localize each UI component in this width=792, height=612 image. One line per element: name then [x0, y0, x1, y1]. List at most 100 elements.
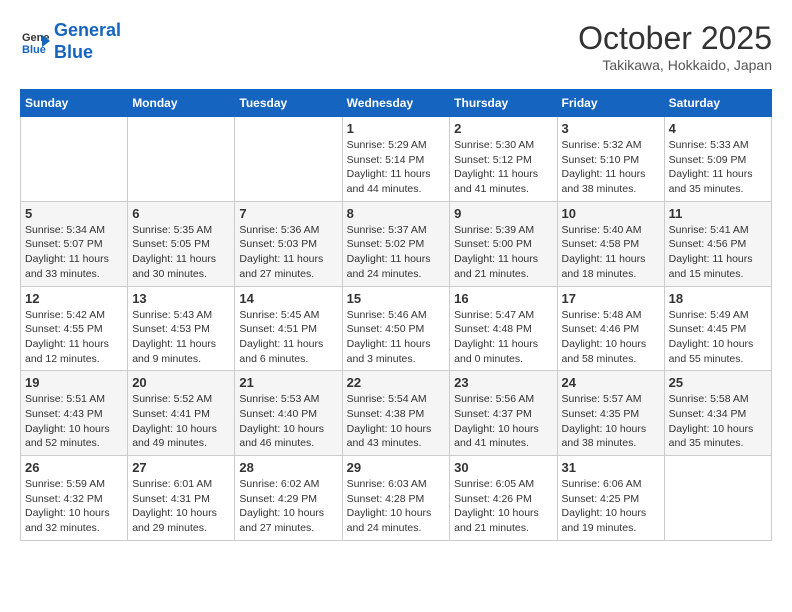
day-number: 23	[454, 375, 552, 390]
day-number: 29	[347, 460, 446, 475]
location-subtitle: Takikawa, Hokkaido, Japan	[578, 57, 772, 73]
day-number: 15	[347, 291, 446, 306]
day-number: 22	[347, 375, 446, 390]
day-info: Sunrise: 5:56 AM Sunset: 4:37 PM Dayligh…	[454, 392, 552, 451]
weekday-header-sunday: Sunday	[21, 90, 128, 117]
day-number: 25	[669, 375, 767, 390]
calendar-cell: 18 Sunrise: 5:49 AM Sunset: 4:45 PM Dayli…	[664, 286, 771, 371]
day-number: 21	[239, 375, 337, 390]
calendar-cell: 8Sunrise: 5:37 AM Sunset: 5:02 PM Daylig…	[342, 201, 450, 286]
calendar-table: SundayMondayTuesdayWednesdayThursdayFrid…	[20, 89, 772, 541]
day-number: 18	[669, 291, 767, 306]
day-number: 28	[239, 460, 337, 475]
calendar-cell	[664, 456, 771, 541]
calendar-cell: 29 Sunrise: 6:03 AM Sunset: 4:28 PM Dayli…	[342, 456, 450, 541]
calendar-cell	[128, 117, 235, 202]
day-info: Sunrise: 5:35 AM Sunset: 5:05 PM Dayligh…	[132, 223, 230, 282]
calendar-cell: 30 Sunrise: 6:05 AM Sunset: 4:26 PM Dayli…	[450, 456, 557, 541]
calendar-cell: 1 Sunrise: 5:29 AM Sunset: 5:14 PM Daylig…	[342, 117, 450, 202]
day-info: Sunrise: 5:51 AM Sunset: 4:43 PM Dayligh…	[25, 392, 123, 451]
day-number: 31	[562, 460, 660, 475]
calendar-cell: 9Sunrise: 5:39 AM Sunset: 5:00 PM Daylig…	[450, 201, 557, 286]
day-info: Sunrise: 5:42 AM Sunset: 4:55 PM Dayligh…	[25, 308, 123, 367]
calendar-cell: 19 Sunrise: 5:51 AM Sunset: 4:43 PM Dayli…	[21, 371, 128, 456]
day-info: Sunrise: 6:03 AM Sunset: 4:28 PM Dayligh…	[347, 477, 446, 536]
logo-icon: General Blue	[20, 27, 50, 57]
logo: General Blue General Blue	[20, 20, 121, 63]
day-number: 4	[669, 121, 767, 136]
calendar-week-row: 12 Sunrise: 5:42 AM Sunset: 4:55 PM Dayli…	[21, 286, 772, 371]
day-number: 8	[347, 206, 446, 221]
day-number: 2	[454, 121, 552, 136]
calendar-week-row: 5Sunrise: 5:34 AM Sunset: 5:07 PM Daylig…	[21, 201, 772, 286]
calendar-cell: 24 Sunrise: 5:57 AM Sunset: 4:35 PM Dayli…	[557, 371, 664, 456]
title-block: October 2025 Takikawa, Hokkaido, Japan	[578, 20, 772, 73]
calendar-cell: 7 Sunrise: 5:36 AM Sunset: 5:03 PM Daylig…	[235, 201, 342, 286]
day-info: Sunrise: 5:36 AM Sunset: 5:03 PM Dayligh…	[239, 223, 337, 282]
day-number: 27	[132, 460, 230, 475]
day-number: 17	[562, 291, 660, 306]
day-info: Sunrise: 5:54 AM Sunset: 4:38 PM Dayligh…	[347, 392, 446, 451]
weekday-header-row: SundayMondayTuesdayWednesdayThursdayFrid…	[21, 90, 772, 117]
day-info: Sunrise: 5:33 AM Sunset: 5:09 PM Dayligh…	[669, 138, 767, 197]
day-number: 19	[25, 375, 123, 390]
day-number: 10	[562, 206, 660, 221]
weekday-header-thursday: Thursday	[450, 90, 557, 117]
day-info: Sunrise: 6:06 AM Sunset: 4:25 PM Dayligh…	[562, 477, 660, 536]
weekday-header-friday: Friday	[557, 90, 664, 117]
day-info: Sunrise: 6:05 AM Sunset: 4:26 PM Dayligh…	[454, 477, 552, 536]
calendar-cell: 2 Sunrise: 5:30 AM Sunset: 5:12 PM Daylig…	[450, 117, 557, 202]
weekday-header-saturday: Saturday	[664, 90, 771, 117]
calendar-cell: 16 Sunrise: 5:47 AM Sunset: 4:48 PM Dayli…	[450, 286, 557, 371]
calendar-cell: 31 Sunrise: 6:06 AM Sunset: 4:25 PM Dayli…	[557, 456, 664, 541]
day-info: Sunrise: 5:45 AM Sunset: 4:51 PM Dayligh…	[239, 308, 337, 367]
calendar-week-row: 1 Sunrise: 5:29 AM Sunset: 5:14 PM Daylig…	[21, 117, 772, 202]
calendar-cell: 11Sunrise: 5:41 AM Sunset: 4:56 PM Dayli…	[664, 201, 771, 286]
calendar-cell: 17 Sunrise: 5:48 AM Sunset: 4:46 PM Dayli…	[557, 286, 664, 371]
day-number: 6	[132, 206, 230, 221]
calendar-week-row: 19 Sunrise: 5:51 AM Sunset: 4:43 PM Dayli…	[21, 371, 772, 456]
calendar-cell: 25 Sunrise: 5:58 AM Sunset: 4:34 PM Dayli…	[664, 371, 771, 456]
calendar-cell: 10Sunrise: 5:40 AM Sunset: 4:58 PM Dayli…	[557, 201, 664, 286]
day-info: Sunrise: 5:58 AM Sunset: 4:34 PM Dayligh…	[669, 392, 767, 451]
calendar-cell: 4 Sunrise: 5:33 AM Sunset: 5:09 PM Daylig…	[664, 117, 771, 202]
calendar-cell: 6 Sunrise: 5:35 AM Sunset: 5:05 PM Daylig…	[128, 201, 235, 286]
calendar-cell: 22 Sunrise: 5:54 AM Sunset: 4:38 PM Dayli…	[342, 371, 450, 456]
day-info: Sunrise: 5:34 AM Sunset: 5:07 PM Dayligh…	[25, 223, 123, 282]
day-number: 24	[562, 375, 660, 390]
day-info: Sunrise: 5:29 AM Sunset: 5:14 PM Dayligh…	[347, 138, 446, 197]
day-info: Sunrise: 5:48 AM Sunset: 4:46 PM Dayligh…	[562, 308, 660, 367]
day-number: 16	[454, 291, 552, 306]
calendar-cell: 21 Sunrise: 5:53 AM Sunset: 4:40 PM Dayli…	[235, 371, 342, 456]
day-info: Sunrise: 5:52 AM Sunset: 4:41 PM Dayligh…	[132, 392, 230, 451]
day-number: 13	[132, 291, 230, 306]
logo-text: General Blue	[54, 20, 121, 63]
day-info: Sunrise: 5:47 AM Sunset: 4:48 PM Dayligh…	[454, 308, 552, 367]
day-info: Sunrise: 6:01 AM Sunset: 4:31 PM Dayligh…	[132, 477, 230, 536]
day-number: 14	[239, 291, 337, 306]
calendar-cell: 23 Sunrise: 5:56 AM Sunset: 4:37 PM Dayli…	[450, 371, 557, 456]
weekday-header-wednesday: Wednesday	[342, 90, 450, 117]
day-info: Sunrise: 6:02 AM Sunset: 4:29 PM Dayligh…	[239, 477, 337, 536]
calendar-cell	[235, 117, 342, 202]
day-info: Sunrise: 5:59 AM Sunset: 4:32 PM Dayligh…	[25, 477, 123, 536]
calendar-cell: 3Sunrise: 5:32 AM Sunset: 5:10 PM Daylig…	[557, 117, 664, 202]
day-number: 1	[347, 121, 446, 136]
day-number: 12	[25, 291, 123, 306]
day-info: Sunrise: 5:46 AM Sunset: 4:50 PM Dayligh…	[347, 308, 446, 367]
day-info: Sunrise: 5:57 AM Sunset: 4:35 PM Dayligh…	[562, 392, 660, 451]
calendar-cell: 15 Sunrise: 5:46 AM Sunset: 4:50 PM Dayli…	[342, 286, 450, 371]
day-info: Sunrise: 5:53 AM Sunset: 4:40 PM Dayligh…	[239, 392, 337, 451]
day-info: Sunrise: 5:30 AM Sunset: 5:12 PM Dayligh…	[454, 138, 552, 197]
day-info: Sunrise: 5:43 AM Sunset: 4:53 PM Dayligh…	[132, 308, 230, 367]
calendar-cell: 27 Sunrise: 6:01 AM Sunset: 4:31 PM Dayli…	[128, 456, 235, 541]
calendar-cell: 14 Sunrise: 5:45 AM Sunset: 4:51 PM Dayli…	[235, 286, 342, 371]
calendar-cell: 20Sunrise: 5:52 AM Sunset: 4:41 PM Dayli…	[128, 371, 235, 456]
calendar-cell: 26Sunrise: 5:59 AM Sunset: 4:32 PM Dayli…	[21, 456, 128, 541]
day-number: 7	[239, 206, 337, 221]
calendar-cell: 5Sunrise: 5:34 AM Sunset: 5:07 PM Daylig…	[21, 201, 128, 286]
day-info: Sunrise: 5:49 AM Sunset: 4:45 PM Dayligh…	[669, 308, 767, 367]
weekday-header-monday: Monday	[128, 90, 235, 117]
day-number: 30	[454, 460, 552, 475]
month-title: October 2025	[578, 20, 772, 57]
